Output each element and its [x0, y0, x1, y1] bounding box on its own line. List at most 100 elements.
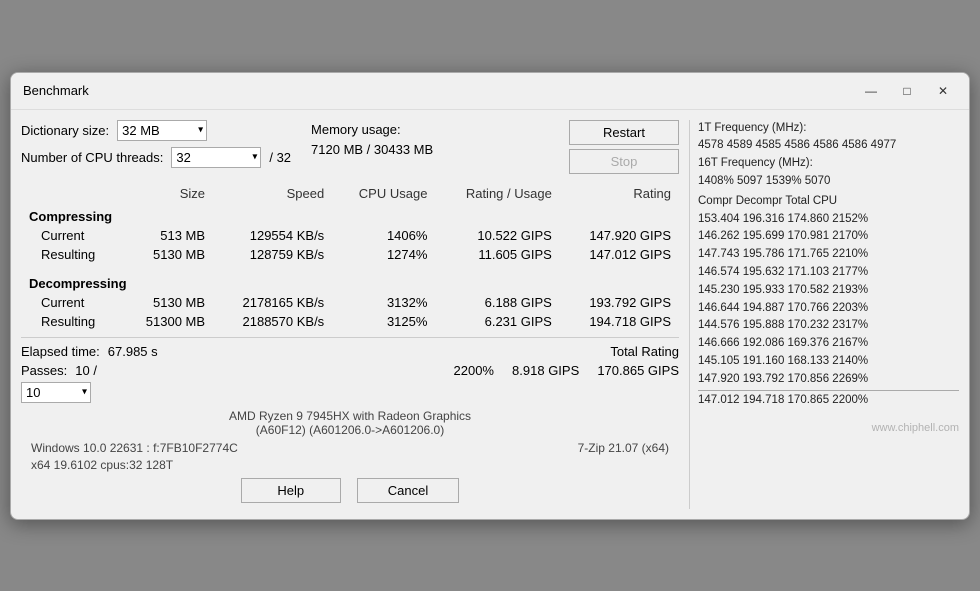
- left-panel: Dictionary size: 32 MB Number of CPU thr…: [21, 120, 689, 509]
- passes-item: Passes: 10 /: [21, 363, 97, 378]
- memory-usage-value: 7120 MB / 30433 MB: [311, 140, 433, 161]
- comp-current-size: 513 MB: [121, 226, 213, 245]
- cancel-button[interactable]: Cancel: [357, 478, 459, 503]
- dictionary-size-select[interactable]: 32 MB: [117, 120, 207, 141]
- col-header-size: Size: [121, 184, 213, 203]
- cpu-ids: (A60F12) (A601206.0->A601206.0): [256, 423, 444, 437]
- right-panel-row: 145.105 191.160 168.133 2140%: [698, 353, 959, 371]
- comp-resulting-size: 5130 MB: [121, 245, 213, 264]
- right-panel-row: 146.262 195.699 170.981 2170%: [698, 228, 959, 246]
- maximize-button[interactable]: □: [893, 81, 921, 101]
- total-rating-gips2: 170.865 GIPS: [597, 363, 679, 378]
- comp-current-row: Current 513 MB 129554 KB/s 1406% 10.522 …: [21, 226, 679, 245]
- bottom-right: Total Rating 2200% 8.918 GIPS 170.865 GI…: [355, 344, 679, 403]
- titlebar: Benchmark — □ ✕: [11, 73, 969, 110]
- col-header-cpu: CPU Usage: [332, 184, 435, 203]
- comp-resulting-row: Resulting 5130 MB 128759 KB/s 1274% 11.6…: [21, 245, 679, 264]
- elapsed-label: Elapsed time:: [21, 344, 100, 359]
- decompressing-label: Decompressing: [21, 270, 679, 293]
- col-headers: Compr Decompr Total CPU: [698, 193, 959, 211]
- dict-and-threads: Dictionary size: 32 MB Number of CPU thr…: [21, 120, 291, 174]
- minimize-button[interactable]: —: [857, 81, 885, 101]
- cpu-threads-row: Number of CPU threads: 32 / 32: [21, 147, 291, 168]
- right-panel-row: 146.644 194.887 170.766 2203%: [698, 300, 959, 318]
- windows-info: Windows 10.0 22631 : f:7FB10F2774C: [31, 441, 238, 455]
- top-controls: Dictionary size: 32 MB Number of CPU thr…: [21, 120, 679, 174]
- cpu-model-line: AMD Ryzen 9 7945HX with Radeon Graphics …: [31, 409, 669, 437]
- freq-1t-values: 4578 4589 4585 4586 4586 4586 4977: [698, 137, 959, 155]
- window-controls: — □ ✕: [857, 81, 957, 101]
- decomp-resulting-size: 51300 MB: [121, 312, 213, 331]
- decomp-current-row: Current 5130 MB 2178165 KB/s 3132% 6.188…: [21, 293, 679, 312]
- total-rating-pct: 2200%: [454, 363, 494, 378]
- compressing-label: Compressing: [21, 203, 679, 226]
- restart-button[interactable]: Restart: [569, 120, 679, 145]
- bottom-section: Elapsed time: 67.985 s Passes: 10 /: [21, 337, 679, 403]
- freq-16t-label: 16T Frequency (MHz):: [698, 155, 959, 173]
- comp-current-rating-usage: 10.522 GIPS: [435, 226, 559, 245]
- bottom-left: Elapsed time: 67.985 s Passes: 10 /: [21, 344, 345, 403]
- decomp-resulting-name: Resulting: [21, 312, 121, 331]
- decomp-current-rating-usage: 6.188 GIPS: [435, 293, 559, 312]
- cpu-threads-suffix: / 32: [269, 150, 291, 165]
- footer-info-line: Windows 10.0 22631 : f:7FB10F2774C 7-Zip…: [31, 441, 669, 455]
- decomp-current-size: 5130 MB: [121, 293, 213, 312]
- right-panel-rows: 153.404 196.316 174.860 2152%146.262 195…: [698, 211, 959, 389]
- benchmark-table: Size Speed CPU Usage Rating / Usage Rati…: [21, 184, 679, 331]
- memory-info-block: Memory usage: 7120 MB / 30433 MB: [311, 120, 433, 162]
- elapsed-value: 67.985 s: [108, 344, 158, 359]
- decomp-current-rating: 193.792 GIPS: [560, 293, 679, 312]
- right-panel-total: 147.012 194.718 170.865 2200%: [698, 392, 959, 410]
- decompressing-header-row: Decompressing: [21, 270, 679, 293]
- comp-resulting-name: Resulting: [21, 245, 121, 264]
- passes-label: Passes:: [21, 363, 67, 378]
- decomp-resulting-row: Resulting 51300 MB 2188570 KB/s 3125% 6.…: [21, 312, 679, 331]
- action-buttons: Restart Stop: [569, 120, 679, 174]
- right-panel-row: 144.576 195.888 170.232 2317%: [698, 317, 959, 335]
- total-rating-percent: 2200% 8.918 GIPS 170.865 GIPS: [355, 363, 679, 378]
- cpu-model: AMD Ryzen 9 7945HX with Radeon Graphics: [229, 409, 471, 423]
- help-button[interactable]: Help: [241, 478, 341, 503]
- benchmark-window: Benchmark — □ ✕ Dictionary size: 32 MB: [10, 72, 970, 520]
- decomp-current-speed: 2178165 KB/s: [213, 293, 332, 312]
- right-panel: 1T Frequency (MHz): 4578 4589 4585 4586 …: [689, 120, 959, 509]
- decomp-resulting-speed: 2188570 KB/s: [213, 312, 332, 331]
- cpu-threads-label: Number of CPU threads:: [21, 150, 163, 165]
- freq-16t-values: 1408% 5097 1539% 5070: [698, 173, 959, 191]
- zip-info: 7-Zip 21.07 (x64): [578, 441, 669, 455]
- right-panel-row: 147.743 195.786 171.765 2210%: [698, 246, 959, 264]
- right-panel-row: 147.920 193.792 170.856 2269%: [698, 371, 959, 389]
- right-panel-divider: [698, 390, 959, 391]
- footer-buttons: Help Cancel: [31, 478, 669, 503]
- passes-row: Passes: 10 /: [21, 363, 345, 378]
- cpu-info: x64 19.6102 cpus:32 128T: [31, 458, 173, 472]
- total-rating-gips1: 8.918 GIPS: [512, 363, 579, 378]
- dictionary-size-row: Dictionary size: 32 MB: [21, 120, 291, 141]
- comp-current-rating: 147.920 GIPS: [560, 226, 679, 245]
- memory-usage-label: Memory usage:: [311, 120, 433, 141]
- col-header-speed: Speed: [213, 184, 332, 203]
- footer-cpu-line: x64 19.6102 cpus:32 128T: [31, 458, 669, 472]
- dictionary-size-label: Dictionary size:: [21, 123, 109, 138]
- close-button[interactable]: ✕: [929, 81, 957, 101]
- main-content: Dictionary size: 32 MB Number of CPU thr…: [11, 110, 969, 519]
- right-panel-row: 145.230 195.933 170.582 2193%: [698, 282, 959, 300]
- comp-resulting-speed: 128759 KB/s: [213, 245, 332, 264]
- compressing-header-row: Compressing: [21, 203, 679, 226]
- cpu-threads-select-wrapper: 32: [171, 147, 261, 168]
- col-header-rating: Rating: [560, 184, 679, 203]
- footer: AMD Ryzen 9 7945HX with Radeon Graphics …: [21, 403, 679, 509]
- cpu-threads-select[interactable]: 32: [171, 147, 261, 168]
- right-panel-row: 153.404 196.316 174.860 2152%: [698, 211, 959, 229]
- total-rating-label: Total Rating: [355, 344, 679, 359]
- passes-select-container: 10: [21, 382, 91, 403]
- passes-select[interactable]: 10: [21, 382, 91, 403]
- elapsed-time-item: Elapsed time: 67.985 s: [21, 344, 158, 359]
- comp-current-cpu: 1406%: [332, 226, 435, 245]
- passes-value: 10 /: [75, 363, 97, 378]
- decomp-current-name: Current: [21, 293, 121, 312]
- stop-button[interactable]: Stop: [569, 149, 679, 174]
- passes-select-wrapper: 10: [21, 382, 345, 403]
- window-title: Benchmark: [23, 83, 89, 98]
- decomp-resulting-cpu: 3125%: [332, 312, 435, 331]
